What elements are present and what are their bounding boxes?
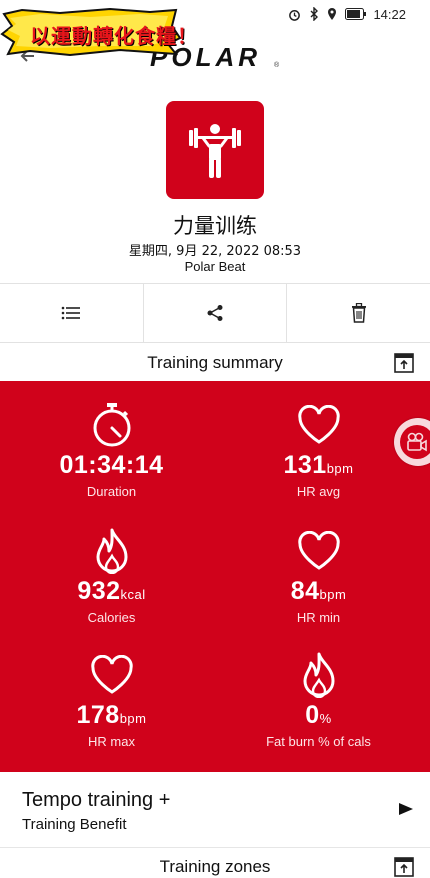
recorder-bubble — [400, 425, 430, 459]
training-zones-title: Training zones — [159, 857, 271, 876]
list-icon — [62, 306, 81, 320]
stat-hr-min: 84bpm HR min — [211, 527, 426, 625]
stopwatch-icon — [93, 403, 130, 447]
status-time: 14:22 — [373, 6, 406, 22]
sport-name: 力量训练 — [173, 214, 257, 238]
stat-value: 01:34:14 — [59, 451, 164, 479]
stat-label: Calories — [87, 610, 136, 625]
delete-icon — [351, 303, 366, 323]
alarm-icon — [289, 9, 301, 21]
stat-label: HR min — [296, 610, 341, 625]
flame-icon — [303, 652, 334, 698]
stat-fat-burn: 0% Fat burn % of cals — [211, 651, 426, 749]
video-camera-icon — [407, 432, 427, 452]
stat-value: 131bpm — [283, 451, 354, 479]
stat-value: 932kcal — [77, 577, 146, 605]
heart-icon — [297, 531, 340, 570]
training-benefit-title: Tempo training + — [22, 789, 171, 811]
stat-label: Duration — [86, 484, 137, 499]
heart-icon — [90, 655, 133, 694]
training-benefit-subtitle: Training Benefit — [22, 816, 127, 833]
share-button[interactable] — [142, 284, 287, 342]
stat-value: 84bpm — [290, 577, 347, 605]
session-date-time: 星期四, 9月 22, 2022 08:53 — [128, 244, 302, 259]
stat-hr-max: 178bpm HR max — [4, 651, 219, 749]
training-zones-header: Training zones — [0, 849, 430, 878]
heart-icon — [297, 405, 340, 444]
action-bar — [0, 283, 430, 343]
details-list-button[interactable] — [0, 284, 143, 342]
export-icon[interactable] — [394, 353, 414, 373]
play-arrow-icon — [399, 803, 413, 815]
weightlifting-icon — [189, 124, 241, 178]
sport-icon-tile — [166, 101, 264, 199]
screen: 14:22 以運動轉化食糧！ POLAR ® 力量训练 星期四, 9月 22, … — [0, 0, 430, 878]
stat-hr-avg: 131bpm HR avg — [211, 401, 426, 499]
status-icons — [288, 7, 367, 21]
training-summary-panel: 01:34:14 Duration 131bpm HR avg 932kcal … — [0, 381, 430, 772]
bluetooth-icon — [310, 7, 319, 21]
share-icon — [207, 305, 223, 321]
stat-value: 0% — [305, 701, 332, 729]
training-summary-title: Training summary — [147, 352, 283, 372]
promo-sticker: 以運動轉化食糧！ — [0, 8, 197, 56]
logo-registered-mark: ® — [274, 62, 280, 69]
stat-value: 178bpm — [76, 701, 147, 729]
stat-label: HR avg — [296, 484, 341, 499]
location-icon — [328, 8, 337, 20]
session-device: Polar Beat — [184, 259, 246, 274]
stat-label: HR max — [88, 734, 135, 749]
export-icon[interactable] — [394, 857, 414, 877]
training-benefit-row[interactable]: Tempo training + Training Benefit — [0, 772, 430, 848]
stat-calories: 932kcal Calories — [4, 527, 219, 625]
training-summary-header: Training summary — [0, 344, 430, 381]
stat-label: Fat burn % of cals — [266, 734, 371, 749]
flame-icon — [96, 528, 127, 574]
stat-duration: 01:34:14 Duration — [4, 401, 219, 499]
delete-button[interactable] — [286, 284, 430, 342]
sticker-text: 以運動轉化食糧！ — [30, 24, 198, 48]
battery-icon — [345, 8, 367, 20]
